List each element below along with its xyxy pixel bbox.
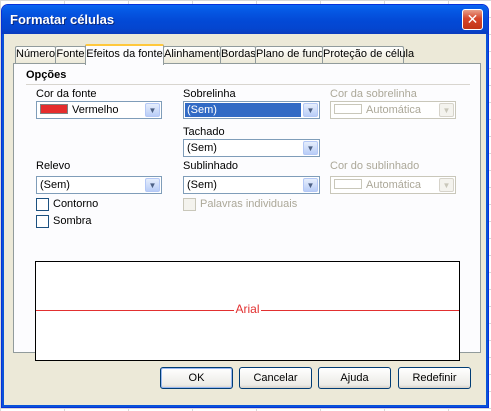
relief-select[interactable]: (Sem) ▼ bbox=[36, 176, 162, 194]
chevron-down-icon[interactable]: ▼ bbox=[145, 103, 160, 117]
underline-color-swatch bbox=[334, 179, 362, 189]
tab-bordas[interactable]: Bordas bbox=[220, 46, 256, 63]
tab-plano-de-fundo[interactable]: Plano de fundo bbox=[255, 46, 330, 63]
font-color-select[interactable]: Vermelho ▼ bbox=[36, 101, 162, 119]
outline-label: Contorno bbox=[53, 198, 99, 210]
strikethrough-value: (Sem) bbox=[187, 142, 217, 154]
individual-words-checkbox bbox=[183, 198, 196, 211]
chevron-down-icon: ▼ bbox=[439, 103, 454, 117]
ok-button[interactable]: OK bbox=[160, 367, 233, 389]
overline-label: Sobrelinha bbox=[183, 88, 236, 100]
relief-label: Relevo bbox=[36, 160, 71, 172]
options-divider bbox=[26, 84, 470, 85]
shadow-checkbox[interactable] bbox=[36, 215, 49, 228]
title-bar[interactable]: Formatar células ✕ bbox=[2, 5, 488, 34]
font-color-label: Cor da fonte bbox=[36, 88, 97, 100]
outline-checkbox[interactable] bbox=[36, 198, 49, 211]
overline-color-label: Cor da sobrelinha bbox=[330, 88, 417, 100]
tab-protecao-de-celula[interactable]: Proteção de célula bbox=[322, 46, 414, 63]
shadow-label: Sombra bbox=[53, 215, 92, 227]
tab-efeitos-da-fonte[interactable]: Efeitos da fonte bbox=[85, 44, 164, 65]
overline-value: (Sem) bbox=[185, 103, 301, 117]
strikethrough-label: Tachado bbox=[183, 126, 225, 138]
preview-text: Arial bbox=[234, 302, 261, 316]
close-button[interactable]: ✕ bbox=[462, 9, 483, 30]
individual-words-label: Palavras individuais bbox=[200, 198, 298, 210]
overline-color-swatch bbox=[334, 104, 362, 114]
strikethrough-select[interactable]: (Sem) ▼ bbox=[183, 139, 320, 157]
dialog-title: Formatar células bbox=[10, 12, 115, 27]
underline-color-value: Automática bbox=[366, 179, 422, 191]
close-icon: ✕ bbox=[466, 11, 479, 27]
underline-select[interactable]: (Sem) ▼ bbox=[183, 176, 320, 194]
tab-alinhamento[interactable]: Alinhamento bbox=[163, 46, 225, 63]
overline-select[interactable]: (Sem) ▼ bbox=[183, 101, 320, 119]
underline-value: (Sem) bbox=[187, 179, 217, 191]
help-button[interactable]: Ajuda bbox=[318, 367, 391, 389]
font-preview: Arial bbox=[35, 261, 460, 361]
reset-button[interactable]: Redefinir bbox=[398, 367, 471, 389]
underline-color-label: Cor do sublinhado bbox=[330, 160, 420, 172]
cancel-button[interactable]: Cancelar bbox=[239, 367, 312, 389]
overline-color-select: Automática ▼ bbox=[330, 101, 456, 119]
font-color-value: Vermelho bbox=[72, 104, 119, 116]
options-heading: Opções bbox=[26, 69, 67, 81]
format-cells-dialog: Formatar células ✕ Números Fonte Efeitos… bbox=[1, 4, 489, 408]
overline-color-value: Automática bbox=[366, 104, 422, 116]
chevron-down-icon[interactable]: ▼ bbox=[303, 103, 318, 117]
dialog-content: Números Fonte Efeitos da fonte Alinhamen… bbox=[5, 34, 485, 404]
tab-fonte[interactable]: Fonte bbox=[55, 46, 86, 63]
chevron-down-icon[interactable]: ▼ bbox=[145, 178, 160, 192]
font-color-swatch bbox=[40, 104, 68, 114]
tab-numeros[interactable]: Números bbox=[15, 46, 61, 63]
chevron-down-icon[interactable]: ▼ bbox=[303, 178, 318, 192]
underline-label: Sublinhado bbox=[183, 160, 239, 172]
chevron-down-icon: ▼ bbox=[439, 178, 454, 192]
underline-color-select: Automática ▼ bbox=[330, 176, 456, 194]
chevron-down-icon[interactable]: ▼ bbox=[303, 141, 318, 155]
relief-value: (Sem) bbox=[40, 179, 70, 191]
